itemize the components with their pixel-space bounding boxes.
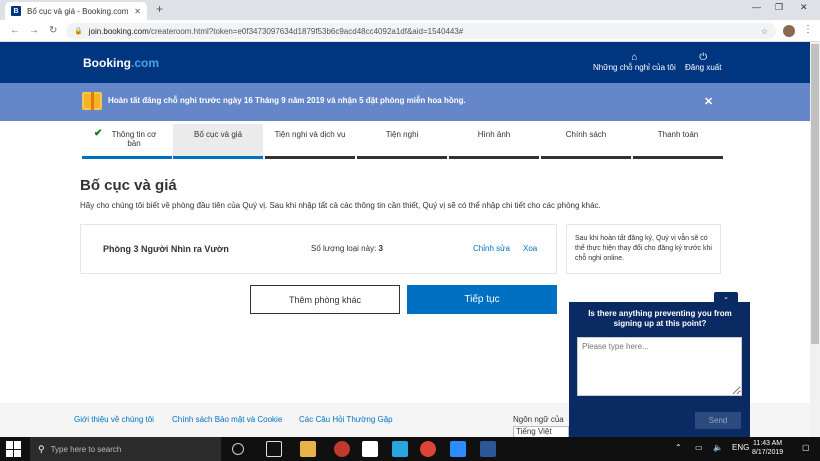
room-name: Phòng 3 Người Nhìn ra Vườn: [103, 244, 229, 254]
url-path: /createroom.html?token=e0f3473097634d187…: [148, 26, 464, 36]
banner-close-icon[interactable]: ✕: [704, 95, 713, 108]
booking-favicon-icon: B: [11, 6, 21, 16]
step-layout-price[interactable]: Bố cục và giá: [173, 130, 263, 139]
clock-date: 8/17/2019: [752, 449, 784, 456]
delete-room-link[interactable]: Xoa: [523, 244, 537, 253]
battery-icon[interactable]: ▭: [695, 443, 703, 452]
gift-icon: [82, 92, 102, 110]
bookmark-star-icon[interactable]: ☆: [761, 27, 768, 36]
home-icon: ⌂: [631, 52, 638, 63]
taskbar-search[interactable]: ⚲ Type here to search: [30, 437, 221, 461]
booking-logo[interactable]: Booking.com: [83, 56, 159, 70]
step-bar-basic-info: [82, 156, 172, 159]
continue-button[interactable]: Tiếp tục: [407, 285, 557, 314]
tab-title: Bố cục và giá - Booking.com: [27, 6, 129, 16]
step-bar-payment: [633, 156, 723, 159]
zalo-icon[interactable]: [450, 441, 466, 457]
power-icon: ⏻: [699, 52, 708, 63]
scrollbar-thumb[interactable]: [811, 44, 819, 344]
minimize-icon[interactable]: —: [752, 2, 761, 12]
store-icon[interactable]: [362, 441, 378, 457]
my-properties-link[interactable]: ⌂ Những chỗ nghỉ của tôi: [593, 52, 676, 72]
step-bar-layout-price: [173, 156, 263, 159]
step-policies[interactable]: Chính sách: [541, 130, 631, 139]
forward-icon[interactable]: →: [29, 25, 39, 36]
step-facilities-services[interactable]: Tiện nghi và dịch vụ: [265, 130, 355, 139]
chat-question: Is there anything preventing you from si…: [588, 309, 732, 328]
checkmark-icon: ✔: [94, 128, 103, 139]
step-bar-facilities: [265, 156, 355, 159]
step-bar-photos: [449, 156, 539, 159]
language-label: Ngôn ngữ của: [513, 415, 564, 424]
windows-start-icon[interactable]: [6, 441, 22, 457]
logout-link[interactable]: ⏻ Đăng xuất: [685, 52, 721, 72]
maximize-icon[interactable]: ❐: [775, 2, 783, 13]
url-host: join.booking.com: [88, 26, 149, 36]
clock-time: 11:43 AM: [753, 440, 783, 447]
edit-room-link[interactable]: Chỉnh sửa: [473, 244, 510, 253]
volume-icon[interactable]: 🔈: [713, 443, 723, 452]
app-icon[interactable]: [334, 441, 350, 457]
step-amenities[interactable]: Tiện nghi: [357, 130, 447, 139]
word-icon[interactable]: [480, 441, 496, 457]
skype-icon[interactable]: [392, 441, 408, 457]
task-view-icon[interactable]: [266, 441, 282, 457]
notification-icon[interactable]: ▢: [802, 443, 810, 452]
room-count: Số lượng loại này: 3: [311, 244, 383, 253]
room-count-value: 3: [378, 244, 383, 253]
search-icon: ⚲: [38, 443, 45, 454]
close-tab-icon[interactable]: ✕: [134, 7, 141, 16]
taskbar-search-placeholder: Type here to search: [50, 444, 122, 454]
logout-label: Đăng xuất: [685, 63, 722, 72]
chrome-icon[interactable]: [420, 441, 436, 457]
browser-tab[interactable]: B Bố cục và giá - Booking.com ✕: [5, 2, 147, 20]
add-room-button[interactable]: Thêm phòng khác: [250, 285, 400, 314]
reload-icon[interactable]: ↻: [49, 25, 57, 36]
cortana-icon[interactable]: [232, 443, 244, 455]
back-icon[interactable]: ←: [10, 25, 20, 36]
tray-expand-icon[interactable]: ⌃: [675, 443, 682, 452]
step-payment[interactable]: Thanh toán: [633, 130, 723, 139]
window-close-icon[interactable]: ✕: [800, 2, 808, 13]
step-photos[interactable]: Hình ảnh: [449, 130, 539, 139]
file-explorer-icon[interactable]: [300, 441, 316, 457]
step-bar-amenities: [357, 156, 447, 159]
footer-link-privacy[interactable]: Chính sách Bảo mật và Cookie: [172, 415, 282, 424]
new-tab-button[interactable]: +: [156, 2, 163, 16]
chat-send-button[interactable]: Send: [695, 412, 741, 429]
promo-text: Hoàn tất đăng chỗ nghỉ trước ngày 16 Thá…: [108, 96, 466, 105]
chat-input[interactable]: [577, 337, 742, 396]
footer-link-faq[interactable]: Các Câu Hỏi Thường Gặp: [299, 415, 393, 424]
info-note: Sau khi hoàn tất đăng ký, Quý vị vẫn sẽ …: [566, 224, 721, 274]
step-basic-info[interactable]: ✔ Thông tin cơ bản: [82, 128, 172, 149]
profile-avatar[interactable]: [783, 25, 795, 37]
input-language[interactable]: ENG: [732, 443, 749, 452]
step-bar-policies: [541, 156, 631, 159]
my-properties-label: Những chỗ nghỉ của tôi: [593, 63, 676, 72]
taskbar-clock[interactable]: 11:43 AM 8/17/2019: [752, 439, 783, 457]
page-subtitle: Hãy cho chúng tôi biết về phòng đầu tiên…: [80, 201, 601, 210]
footer-link-about[interactable]: Giới thiệu về chúng tôi: [74, 415, 154, 424]
page-title: Bố cục và giá: [80, 177, 177, 194]
lock-icon: 🔒: [74, 28, 83, 35]
url-field[interactable]: 🔒 join.booking.com /createroom.html?toke…: [66, 23, 776, 39]
browser-menu-icon[interactable]: ⋮: [803, 24, 813, 35]
